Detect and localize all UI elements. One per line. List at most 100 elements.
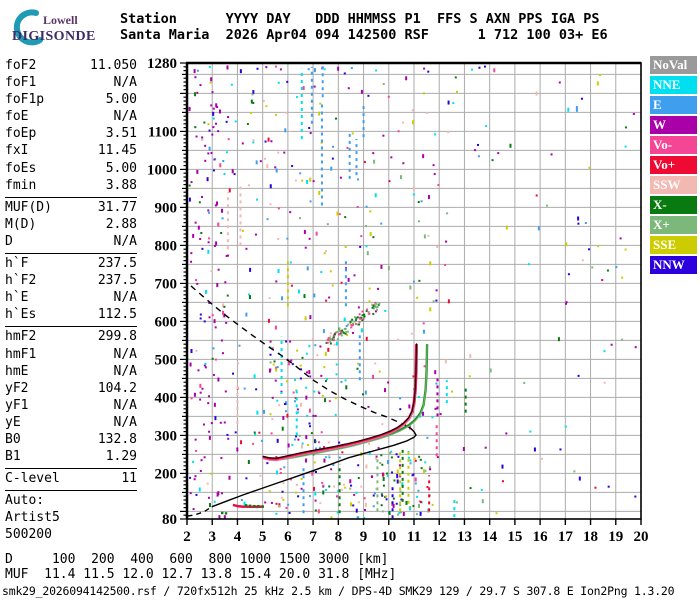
svg-text:900: 900	[155, 200, 178, 216]
svg-text:1280: 1280	[147, 56, 177, 72]
param-value: N/A	[113, 397, 137, 413]
ionogram-plot: 1280 1100 1000 900 800 700 600 500 400 300 200 80 2 3…	[145, 55, 700, 551]
param-label: Artist5	[5, 510, 60, 526]
svg-text:3: 3	[208, 529, 216, 545]
svg-text:300: 300	[155, 428, 178, 444]
param-row-ye: yE N/A	[5, 414, 137, 431]
param-row-hf: h`F 237.5	[5, 255, 137, 272]
param-row-foe: foE N/A	[5, 108, 137, 125]
param-value: 3.88	[105, 177, 137, 193]
param-value: 112.5	[97, 307, 137, 323]
param-value: N/A	[113, 109, 137, 125]
param-row-foep: foEp 3.51	[5, 125, 137, 142]
param-label: foF2	[5, 58, 37, 73]
svg-text:15: 15	[507, 529, 522, 545]
param-row-md: M(D) 2.88	[5, 216, 137, 233]
param-row-fxi: fxI 11.45	[5, 142, 137, 159]
legend-item-vo: Vo-	[650, 136, 697, 154]
param-value: 11.050	[90, 58, 137, 73]
param-value: 237.5	[97, 273, 137, 289]
param-row-fof2: foF2 11.050	[5, 57, 137, 74]
svg-text:1100: 1100	[148, 124, 177, 140]
svg-text:14: 14	[482, 529, 498, 545]
param-label: C-level	[5, 471, 60, 487]
param-row-foes: foEs 5.00	[5, 160, 137, 177]
param-label: MUF(D)	[5, 199, 52, 215]
param-label: yE	[5, 414, 21, 430]
param-label: 500200	[5, 527, 52, 543]
param-row-b1: B1 1.29	[5, 448, 137, 465]
legend-item-e: E	[650, 96, 697, 114]
svg-text:17: 17	[558, 529, 574, 545]
svg-text:20: 20	[634, 529, 649, 545]
param-group: Auto: Artist5 500200	[5, 490, 137, 546]
svg-text:5: 5	[259, 529, 267, 545]
svg-text:8: 8	[335, 529, 343, 545]
param-label: M(D)	[5, 216, 37, 232]
svg-text:4: 4	[234, 529, 242, 545]
header-values-line: Santa Maria 2026 Apr04 094 142500 RSF 1 …	[120, 27, 608, 43]
svg-text:400: 400	[155, 390, 178, 406]
param-row-fof1p: foF1p 5.00	[5, 91, 137, 108]
svg-text:600: 600	[155, 314, 178, 330]
param-row-hes: h`Es 112.5	[5, 306, 137, 323]
param-value: 104.2	[97, 380, 137, 396]
param-row-auto: Auto:	[5, 492, 137, 509]
param-label: fmin	[5, 177, 37, 193]
svg-text:2: 2	[183, 529, 191, 545]
param-row-artist5: Artist5	[5, 509, 137, 526]
param-value: N/A	[113, 233, 137, 249]
param-label: h`F	[5, 256, 29, 272]
distance-row: D 100 200 400 600 800 1000 1500 3000 [km…	[5, 552, 389, 567]
svg-text:7: 7	[309, 529, 317, 545]
muf-table: D 100 200 400 600 800 1000 1500 3000 [km…	[5, 552, 397, 582]
param-label: h`E	[5, 290, 29, 306]
param-group: hmF2 299.8 hmF1 N/A hmE N/A yF2 104.2 yF1 N/A yE N/…	[5, 326, 137, 468]
digisonde-logo: Lowell DIGISONDE	[6, 5, 126, 51]
legend-item-sse: SSE	[650, 236, 697, 254]
param-row-hf2: h`F2 237.5	[5, 272, 137, 289]
param-value: 1.29	[105, 449, 137, 465]
param-label: hmF1	[5, 346, 37, 362]
param-group: MUF(D) 31.77 M(D) 2.88 D N/A	[5, 196, 137, 253]
param-label: D	[5, 233, 13, 249]
svg-text:700: 700	[155, 276, 178, 292]
param-label: h`F2	[5, 273, 37, 289]
legend-item-x: X-	[650, 196, 697, 214]
param-label: foF1	[5, 75, 37, 91]
param-row-yf1: yF1 N/A	[5, 397, 137, 414]
param-value: N/A	[113, 414, 137, 430]
legend-item-noval: NoVal	[650, 56, 697, 74]
param-value: 11.45	[97, 143, 137, 159]
param-row-d: D N/A	[5, 233, 137, 250]
legend-item-nne: NNE	[650, 76, 697, 94]
param-value: 5.00	[105, 160, 137, 176]
header-block: Station YYYY DAY DDD HHMMSS P1 FFS S AXN…	[120, 11, 608, 43]
param-label: B1	[5, 449, 21, 465]
param-row-hmf1: hmF1 N/A	[5, 346, 137, 363]
param-value: N/A	[113, 290, 137, 306]
svg-text:11: 11	[407, 529, 421, 545]
param-row-fof1: foF1 N/A	[5, 74, 137, 91]
param-value: N/A	[113, 363, 137, 379]
param-value: 5.00	[105, 92, 137, 108]
legend-item-ssw: SSW	[650, 176, 697, 194]
param-label: hmE	[5, 363, 29, 379]
legend-item-vo: Vo+	[650, 156, 697, 174]
status-line: smk29_2026094142500.rsf / 720fx512h 25 k…	[2, 584, 675, 598]
param-label: yF2	[5, 380, 29, 396]
param-value: 237.5	[97, 256, 137, 272]
header-columns-line: Station YYYY DAY DDD HHMMSS P1 FFS S AXN…	[120, 11, 600, 27]
param-row-mufd: MUF(D) 31.77	[5, 199, 137, 216]
svg-text:10: 10	[381, 529, 396, 545]
param-row-hmf2: hmF2 299.8	[5, 328, 137, 345]
param-value: 299.8	[97, 329, 137, 345]
param-value: 132.8	[97, 431, 137, 447]
svg-text:800: 800	[155, 238, 178, 254]
muf-row: MUF 11.4 11.5 12.0 12.7 13.8 15.4 20.0 3…	[5, 566, 397, 582]
param-value: 2.88	[105, 216, 137, 232]
param-value: 11	[121, 471, 137, 487]
legend-item-w: W	[650, 116, 697, 134]
svg-text:16: 16	[533, 529, 549, 545]
param-label: yF1	[5, 397, 29, 413]
